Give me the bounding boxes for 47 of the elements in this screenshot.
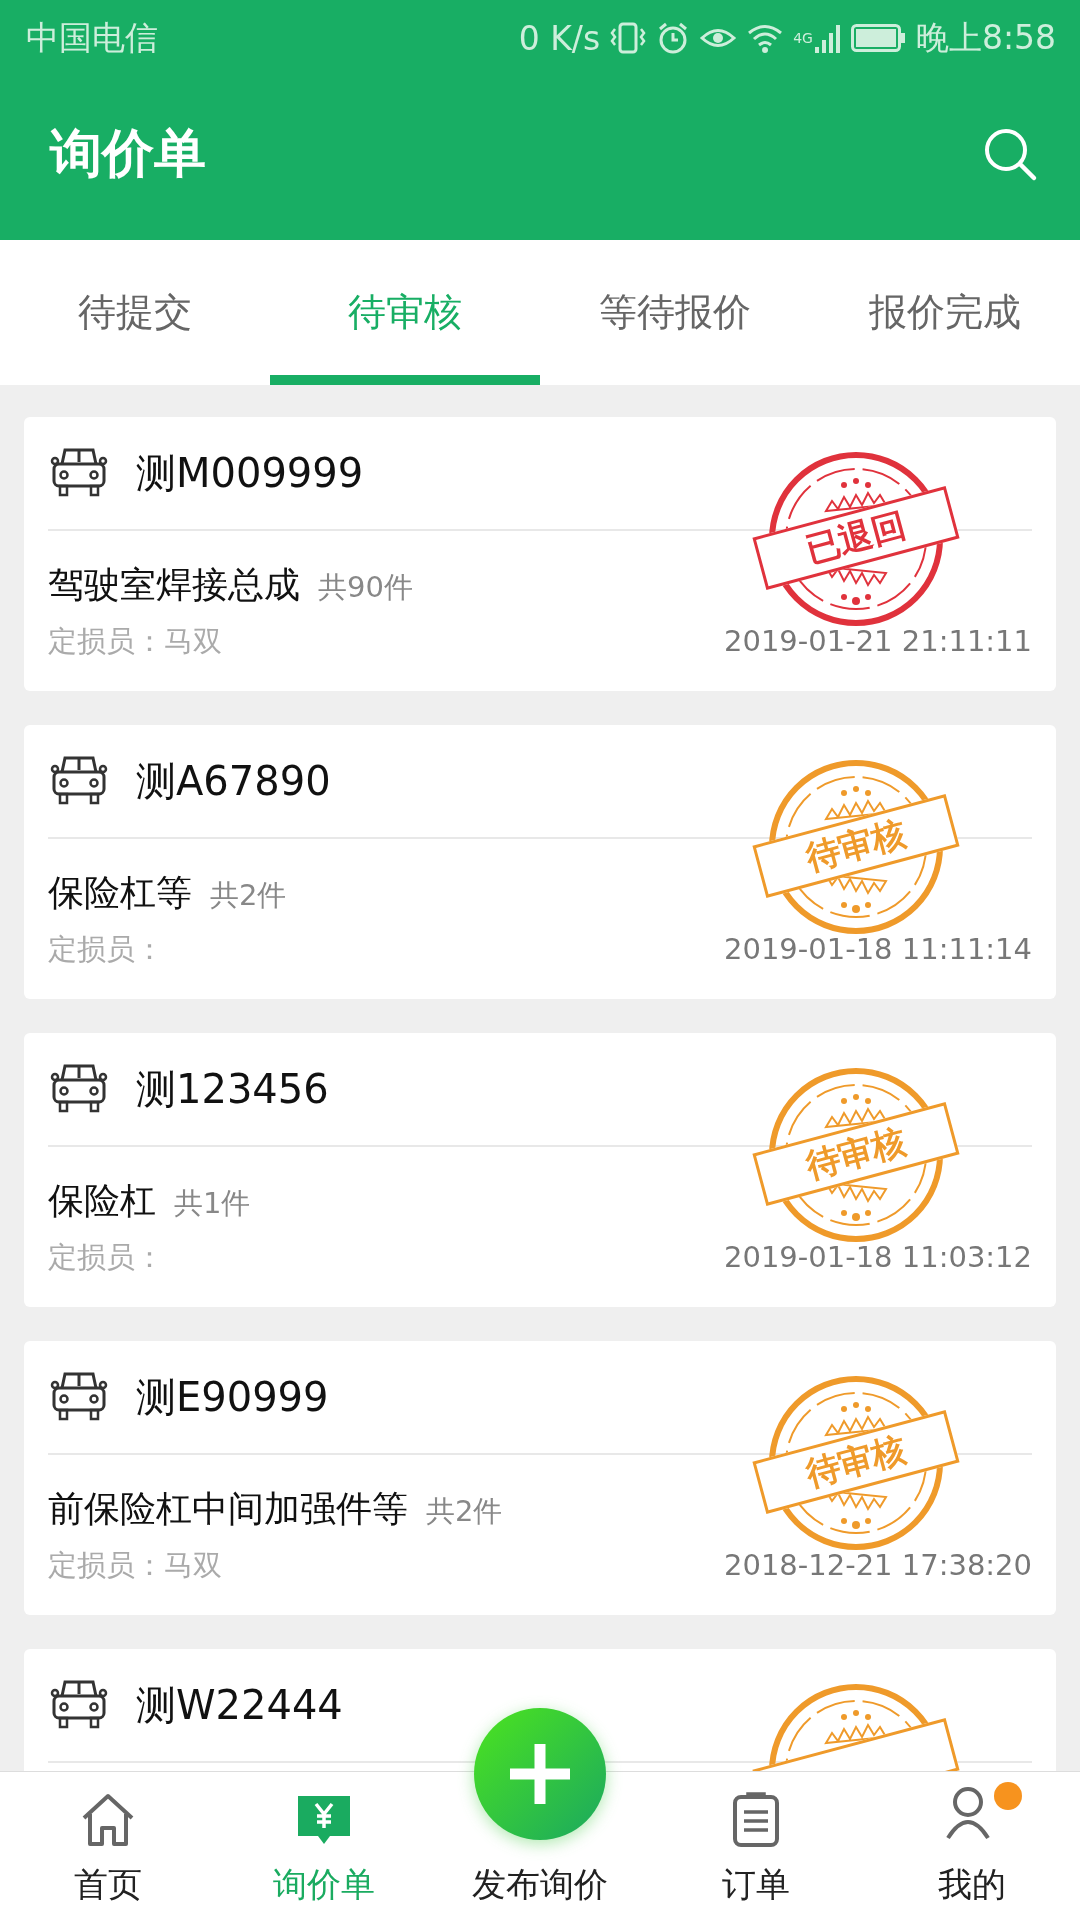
vibrate-icon <box>609 21 648 55</box>
network-speed: 0 K/s <box>518 18 601 58</box>
nav-tab[interactable]: 订单 <box>648 1772 864 1920</box>
status-tab[interactable]: 等待报价 <box>540 240 810 385</box>
signal-icon <box>813 23 842 53</box>
stamp-label: 已退回 <box>752 486 960 590</box>
part-name: 驾驶室焊接总成 <box>48 563 300 607</box>
submit-time: 2019-01-18 11:11:14 <box>724 932 1032 966</box>
assessor-label: 定损员：马双 <box>48 1547 222 1584</box>
inquiry-card[interactable]: 测E90999 前保险杠中间加强件等 共2件 定损员：马双 2018-12-21 17:38:20 待审核 <box>24 1341 1056 1615</box>
add-button[interactable] <box>472 1706 608 1842</box>
clock-time: 晚上8:58 <box>915 16 1056 59</box>
inquiry-card[interactable]: 测A67890 保险杠等 共2件 定损员： 2019-01-18 11:11:14 待审核 <box>24 725 1056 999</box>
assessor-label: 定损员： <box>48 931 164 968</box>
part-count: 共1件 <box>174 1185 251 1222</box>
plate-number: 测M009999 <box>136 448 364 498</box>
page-title: 询价单 <box>50 122 206 185</box>
plate-number: 测W22444 <box>136 1680 343 1730</box>
assessor-label: 定损员： <box>48 1239 164 1276</box>
stamp-label: 待审核 <box>752 794 960 898</box>
nav-tab[interactable]: 我的 <box>864 1772 1080 1920</box>
nav-tab[interactable]: 发布询价 <box>432 1846 648 1920</box>
network-type: 4G <box>793 29 813 46</box>
inquiry-card[interactable]: 测M009999 驾驶室焊接总成 共90件 定损员：马双 2019-01-21 21:11:11 已退回 <box>24 417 1056 691</box>
plate-number: 测123456 <box>136 1064 329 1114</box>
battery-icon <box>850 24 907 52</box>
nav-tab[interactable]: 首页 <box>0 1772 216 1920</box>
part-name: 保险杠 <box>48 1179 156 1223</box>
submit-time: 2019-01-18 11:03:12 <box>724 1240 1032 1274</box>
submit-time: 2019-01-21 21:11:11 <box>724 624 1032 658</box>
status-tab[interactable]: 报价完成 <box>810 240 1080 385</box>
carrier-name: 中国电信 <box>26 16 158 59</box>
stamp-label: 待审核 <box>752 1410 960 1514</box>
assessor-label: 定损员：马双 <box>48 623 222 660</box>
submit-time: 2018-12-21 17:38:20 <box>724 1548 1032 1582</box>
part-count: 共2件 <box>426 1493 503 1530</box>
part-count: 共90件 <box>318 569 413 606</box>
part-name: 前保险杠中间加强件等 <box>48 1487 408 1531</box>
part-count: 共2件 <box>210 877 287 914</box>
part-name: 保险杠等 <box>48 871 192 915</box>
plate-number: 测A67890 <box>136 756 331 806</box>
inquiry-card[interactable]: 测123456 保险杠 共1件 定损员： 2019-01-18 11:03:12 待审核 <box>24 1033 1056 1307</box>
status-tab[interactable]: 待提交 <box>0 240 270 385</box>
search-icon[interactable] <box>982 126 1038 182</box>
plate-number: 测E90999 <box>136 1372 329 1422</box>
stamp-label: 待审核 <box>752 1102 960 1206</box>
inquiry-card[interactable]: 测W22444 <box>24 1649 1056 1771</box>
